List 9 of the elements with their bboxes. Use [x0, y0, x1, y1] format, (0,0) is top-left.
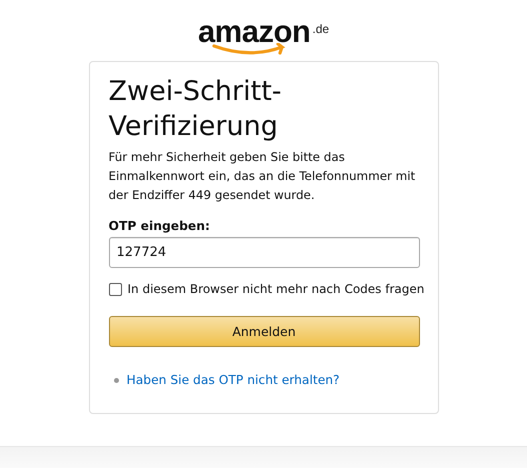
page-title: Zwei-Schritt-Verifizierung — [108, 75, 283, 144]
help-link[interactable]: Haben Sie das OTP nicht erhalten? — [126, 373, 340, 387]
field-label: OTP eingeben: — [108, 219, 211, 233]
logo-wordmark: amazon — [198, 16, 310, 48]
description-text: Für mehr Sicherheit geben Sie bitte das Einmalkennwort ein, das an die Telefonnummer mit der Endziffer 449 gesendet wurde. — [108, 149, 416, 204]
otp-input-field[interactable]: 127724 — [108, 237, 420, 268]
sign-in-button[interactable]: Anmelden — [108, 316, 420, 347]
checkbox-label: In diesem Browser nicht mehr nach Codes fragen — [128, 282, 424, 296]
logo-suffix: .de — [312, 22, 330, 36]
